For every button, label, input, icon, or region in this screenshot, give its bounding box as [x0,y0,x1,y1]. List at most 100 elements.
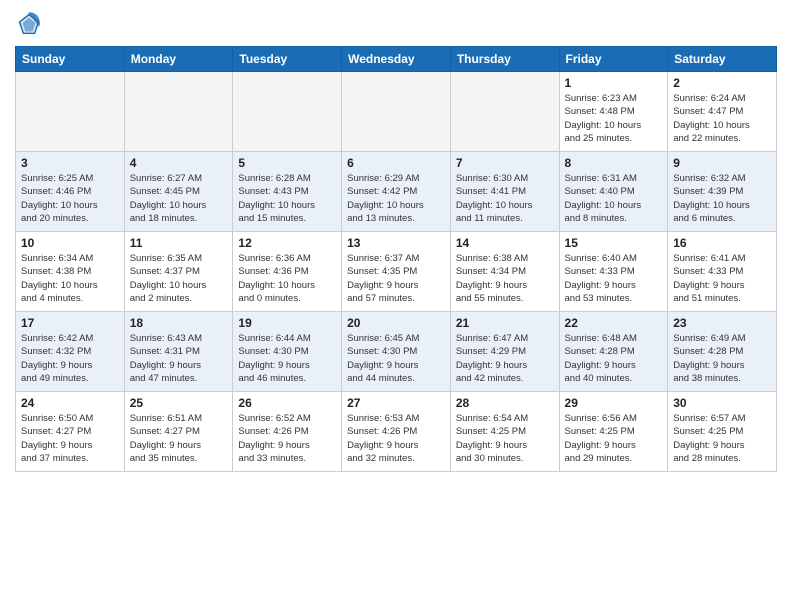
calendar-cell: 10 Sunrise: 6:34 AM Sunset: 4:38 PM Dayli… [16,232,125,312]
calendar-cell: 5 Sunrise: 6:28 AM Sunset: 4:43 PM Daylig… [233,152,342,232]
day-info: Sunrise: 6:54 AM Sunset: 4:25 PM Dayligh… [456,412,554,465]
calendar-cell: 4 Sunrise: 6:27 AM Sunset: 4:45 PM Daylig… [124,152,233,232]
day-number: 22 [565,316,663,330]
day-number: 5 [238,156,336,170]
calendar-cell: 27 Sunrise: 6:53 AM Sunset: 4:26 PM Dayli… [342,392,451,472]
day-info: Sunrise: 6:28 AM Sunset: 4:43 PM Dayligh… [238,172,336,225]
calendar-week-5: 24Sunrise: 6:50 AM Sunset: 4:27 PM Dayli… [16,392,777,472]
calendar-cell: 3 Sunrise: 6:25 AM Sunset: 4:46 PM Daylig… [16,152,125,232]
calendar-cell: 25 Sunrise: 6:51 AM Sunset: 4:27 PM Dayli… [124,392,233,472]
day-info: Sunrise: 6:53 AM Sunset: 4:26 PM Dayligh… [347,412,445,465]
day-number: 19 [238,316,336,330]
calendar-cell: 30 Sunrise: 6:57 AM Sunset: 4:25 PM Dayli… [668,392,777,472]
day-info: Sunrise: 6:36 AM Sunset: 4:36 PM Dayligh… [238,252,336,305]
calendar: SundayMondayTuesdayWednesdayThursdayFrid… [15,46,777,472]
day-info: Sunrise: 6:23 AM Sunset: 4:48 PM Dayligh… [565,92,663,145]
col-header-tuesday: Tuesday [233,47,342,72]
day-info: Sunrise: 6:27 AM Sunset: 4:45 PM Dayligh… [130,172,228,225]
day-number: 13 [347,236,445,250]
calendar-cell: 22 Sunrise: 6:48 AM Sunset: 4:28 PM Dayli… [559,312,668,392]
day-number: 9 [673,156,771,170]
day-number: 1 [565,76,663,90]
calendar-cell: 2Sunrise: 6:24 AM Sunset: 4:47 PM Daylig… [668,72,777,152]
day-info: Sunrise: 6:57 AM Sunset: 4:25 PM Dayligh… [673,412,771,465]
calendar-cell: 26 Sunrise: 6:52 AM Sunset: 4:26 PM Dayli… [233,392,342,472]
day-info: Sunrise: 6:25 AM Sunset: 4:46 PM Dayligh… [21,172,119,225]
calendar-week-4: 17Sunrise: 6:42 AM Sunset: 4:32 PM Dayli… [16,312,777,392]
day-number: 14 [456,236,554,250]
col-header-saturday: Saturday [668,47,777,72]
day-number: 26 [238,396,336,410]
day-info: Sunrise: 6:47 AM Sunset: 4:29 PM Dayligh… [456,332,554,385]
day-info: Sunrise: 6:40 AM Sunset: 4:33 PM Dayligh… [565,252,663,305]
calendar-cell: 20 Sunrise: 6:45 AM Sunset: 4:30 PM Dayli… [342,312,451,392]
day-info: Sunrise: 6:51 AM Sunset: 4:27 PM Dayligh… [130,412,228,465]
day-number: 16 [673,236,771,250]
day-number: 15 [565,236,663,250]
day-info: Sunrise: 6:38 AM Sunset: 4:34 PM Dayligh… [456,252,554,305]
calendar-cell: 17Sunrise: 6:42 AM Sunset: 4:32 PM Dayli… [16,312,125,392]
calendar-cell: 12 Sunrise: 6:36 AM Sunset: 4:36 PM Dayli… [233,232,342,312]
col-header-sunday: Sunday [16,47,125,72]
calendar-cell: 21 Sunrise: 6:47 AM Sunset: 4:29 PM Dayli… [450,312,559,392]
day-number: 4 [130,156,228,170]
day-info: Sunrise: 6:32 AM Sunset: 4:39 PM Dayligh… [673,172,771,225]
calendar-week-3: 10 Sunrise: 6:34 AM Sunset: 4:38 PM Dayli… [16,232,777,312]
day-number: 18 [130,316,228,330]
calendar-cell: 13 Sunrise: 6:37 AM Sunset: 4:35 PM Dayli… [342,232,451,312]
col-header-thursday: Thursday [450,47,559,72]
header [15,10,777,38]
day-info: Sunrise: 6:44 AM Sunset: 4:30 PM Dayligh… [238,332,336,385]
page: SundayMondayTuesdayWednesdayThursdayFrid… [0,0,792,612]
day-number: 23 [673,316,771,330]
logo [15,10,47,38]
day-number: 27 [347,396,445,410]
day-info: Sunrise: 6:34 AM Sunset: 4:38 PM Dayligh… [21,252,119,305]
calendar-cell [342,72,451,152]
day-number: 6 [347,156,445,170]
calendar-cell: 16 Sunrise: 6:41 AM Sunset: 4:33 PM Dayli… [668,232,777,312]
calendar-cell [124,72,233,152]
col-header-wednesday: Wednesday [342,47,451,72]
calendar-cell: 1 Sunrise: 6:23 AM Sunset: 4:48 PM Daylig… [559,72,668,152]
day-info: Sunrise: 6:45 AM Sunset: 4:30 PM Dayligh… [347,332,445,385]
calendar-cell: 23 Sunrise: 6:49 AM Sunset: 4:28 PM Dayli… [668,312,777,392]
day-number: 12 [238,236,336,250]
day-number: 8 [565,156,663,170]
calendar-week-1: 1 Sunrise: 6:23 AM Sunset: 4:48 PM Daylig… [16,72,777,152]
day-number: 2 [673,76,771,90]
calendar-week-2: 3 Sunrise: 6:25 AM Sunset: 4:46 PM Daylig… [16,152,777,232]
calendar-cell: 29Sunrise: 6:56 AM Sunset: 4:25 PM Dayli… [559,392,668,472]
day-number: 10 [21,236,119,250]
day-info: Sunrise: 6:48 AM Sunset: 4:28 PM Dayligh… [565,332,663,385]
calendar-cell [450,72,559,152]
day-number: 3 [21,156,119,170]
day-number: 28 [456,396,554,410]
day-info: Sunrise: 6:52 AM Sunset: 4:26 PM Dayligh… [238,412,336,465]
calendar-cell: 28 Sunrise: 6:54 AM Sunset: 4:25 PM Dayli… [450,392,559,472]
day-info: Sunrise: 6:30 AM Sunset: 4:41 PM Dayligh… [456,172,554,225]
calendar-cell: 19 Sunrise: 6:44 AM Sunset: 4:30 PM Dayli… [233,312,342,392]
calendar-header-row: SundayMondayTuesdayWednesdayThursdayFrid… [16,47,777,72]
day-number: 7 [456,156,554,170]
day-number: 21 [456,316,554,330]
day-info: Sunrise: 6:43 AM Sunset: 4:31 PM Dayligh… [130,332,228,385]
col-header-friday: Friday [559,47,668,72]
calendar-cell: 8Sunrise: 6:31 AM Sunset: 4:40 PM Daylig… [559,152,668,232]
day-info: Sunrise: 6:37 AM Sunset: 4:35 PM Dayligh… [347,252,445,305]
day-number: 11 [130,236,228,250]
calendar-cell [233,72,342,152]
day-info: Sunrise: 6:41 AM Sunset: 4:33 PM Dayligh… [673,252,771,305]
calendar-cell: 7 Sunrise: 6:30 AM Sunset: 4:41 PM Daylig… [450,152,559,232]
calendar-cell: 6 Sunrise: 6:29 AM Sunset: 4:42 PM Daylig… [342,152,451,232]
day-info: Sunrise: 6:35 AM Sunset: 4:37 PM Dayligh… [130,252,228,305]
day-info: Sunrise: 6:29 AM Sunset: 4:42 PM Dayligh… [347,172,445,225]
day-info: Sunrise: 6:49 AM Sunset: 4:28 PM Dayligh… [673,332,771,385]
calendar-cell: 18 Sunrise: 6:43 AM Sunset: 4:31 PM Dayli… [124,312,233,392]
calendar-cell: 15 Sunrise: 6:40 AM Sunset: 4:33 PM Dayli… [559,232,668,312]
day-number: 20 [347,316,445,330]
day-number: 25 [130,396,228,410]
calendar-cell [16,72,125,152]
day-number: 30 [673,396,771,410]
day-number: 24 [21,396,119,410]
